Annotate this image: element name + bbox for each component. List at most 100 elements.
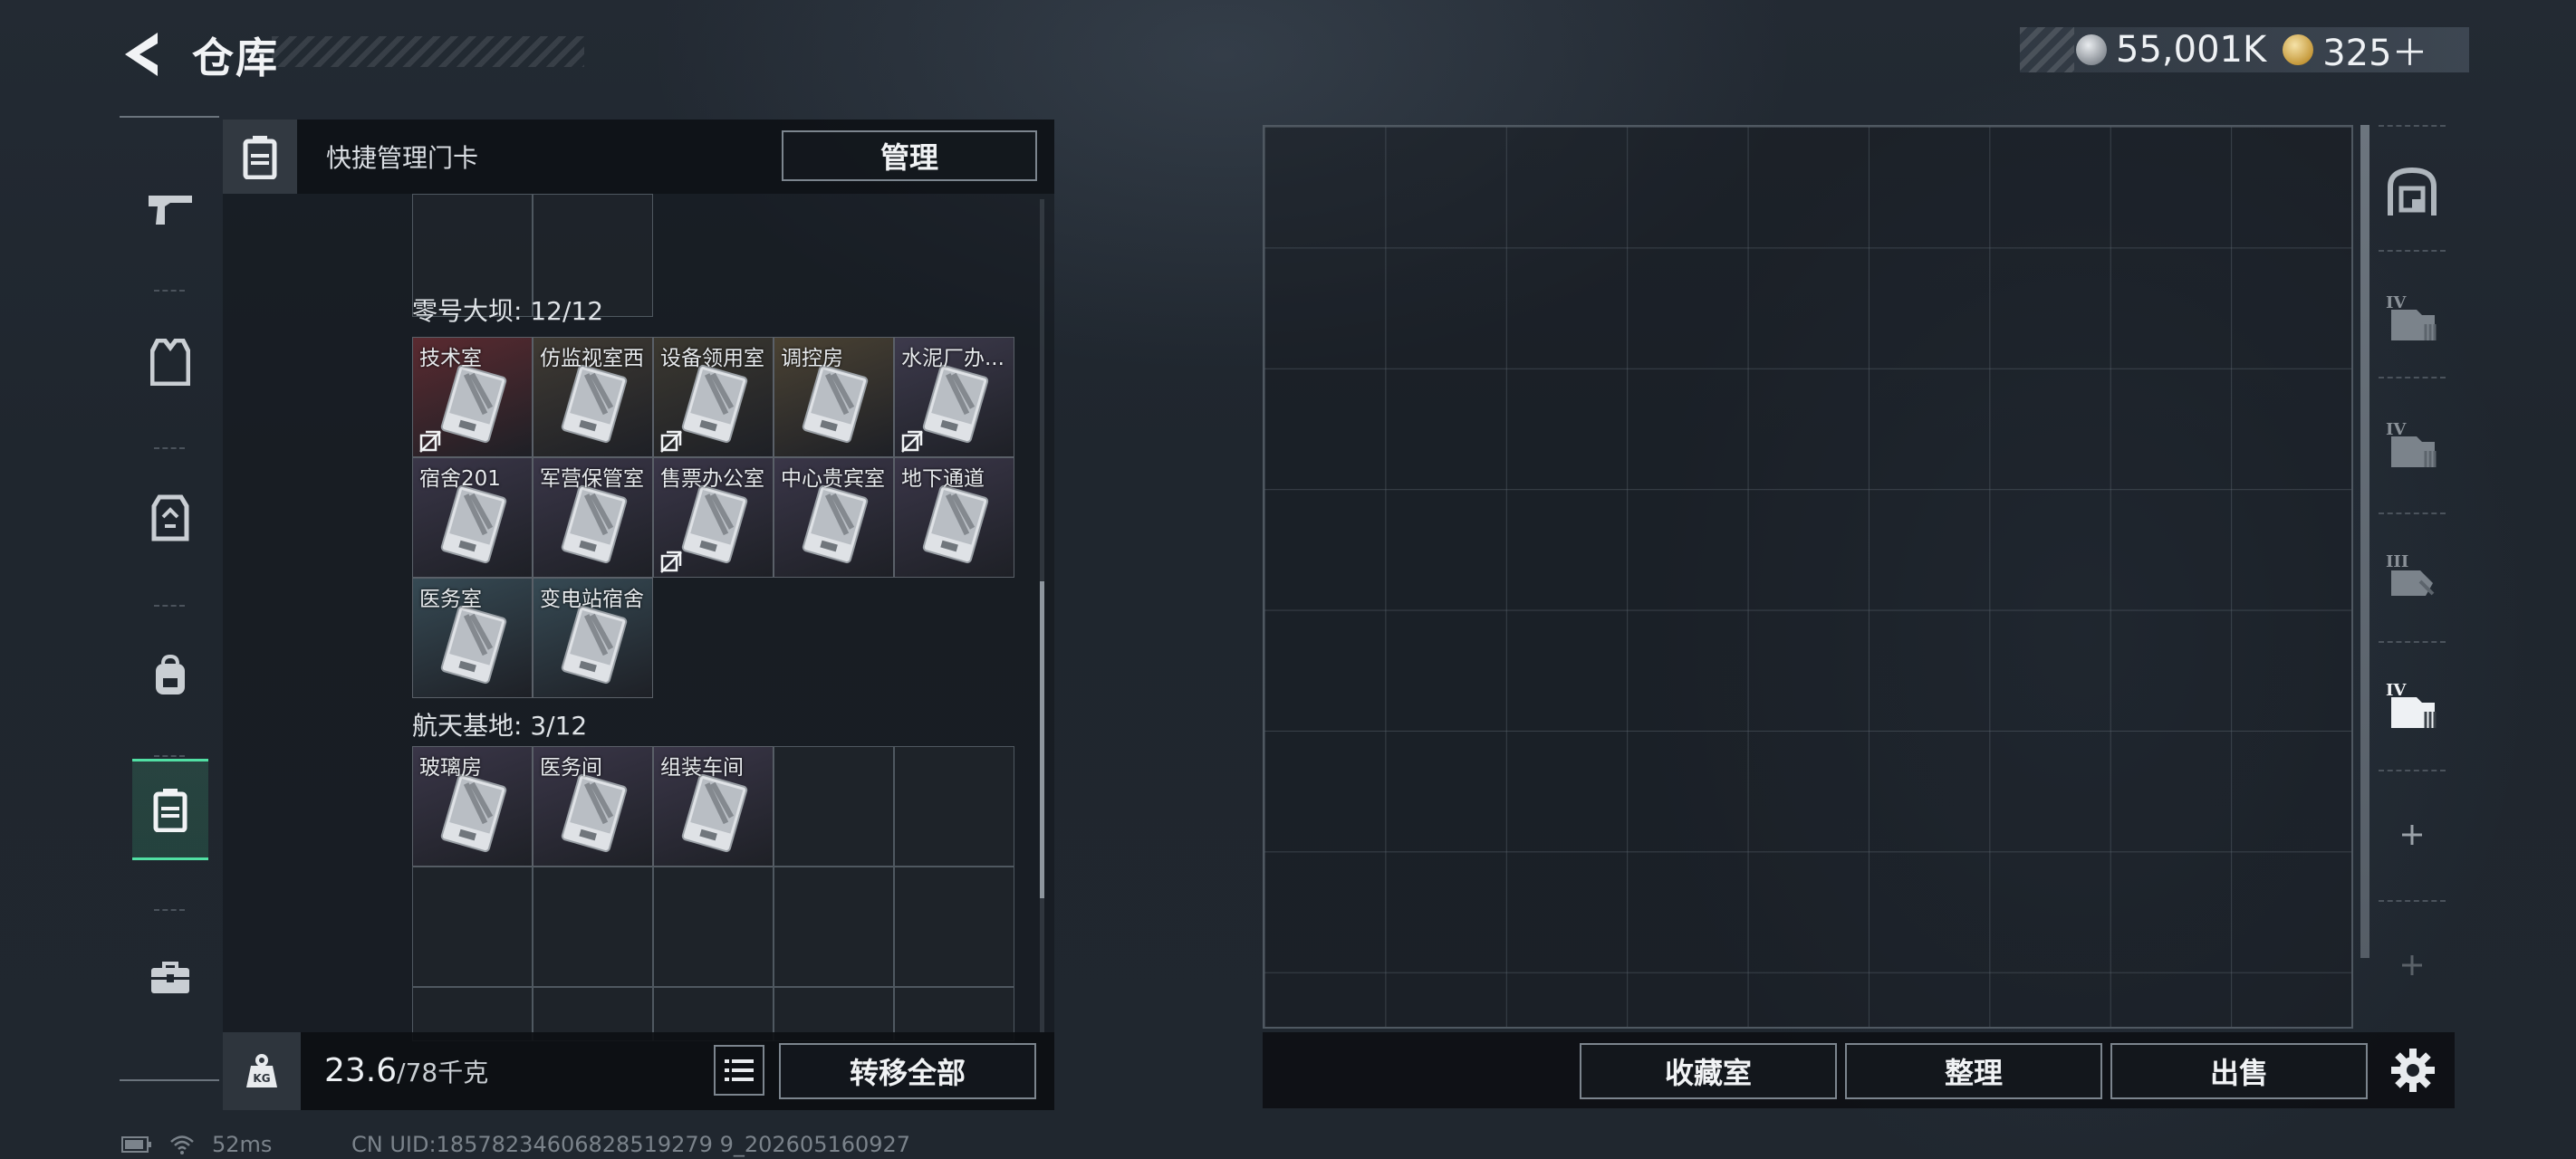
status-footer: 52ms xyxy=(121,1132,272,1157)
list-view-button[interactable] xyxy=(714,1045,764,1096)
safe-box-icon xyxy=(2388,167,2437,216)
weight-bar: KG 23.6/78千克 转移全部 xyxy=(223,1032,1054,1110)
svg-text:IV: IV xyxy=(2386,681,2407,700)
keycard-name: 医务室 xyxy=(419,588,482,611)
tab-backpack[interactable] xyxy=(132,625,208,726)
inventory-scroll-thumb[interactable] xyxy=(1040,581,1044,898)
keycard-item[interactable]: 仿监视室西 xyxy=(533,337,653,457)
keycard-name: 水泥厂办... xyxy=(901,347,1004,370)
keycard-item[interactable]: 变电站宿舍 xyxy=(533,578,653,698)
keycard-icon xyxy=(561,605,628,685)
keycard-item[interactable]: 设备领用室 xyxy=(653,337,774,457)
keycard-header-label: 快捷管理门卡 xyxy=(326,143,479,173)
keycard-icon xyxy=(922,484,989,564)
keycard-item[interactable]: 军营保管室 xyxy=(533,457,653,578)
storage-action-bar: 收藏室 整理 出售 xyxy=(1263,1032,2455,1108)
svg-text:KG: KG xyxy=(253,1072,270,1085)
back-arrow-icon xyxy=(125,33,158,76)
empty-slot[interactable] xyxy=(894,867,1014,987)
sell-button[interactable]: 出售 xyxy=(2110,1043,2368,1099)
sort-button[interactable]: 整理 xyxy=(1845,1043,2102,1099)
manage-button[interactable]: 管理 xyxy=(782,130,1037,181)
container-iv-icon: IV xyxy=(2386,681,2437,728)
empty-slot[interactable] xyxy=(774,867,894,987)
keycard-item[interactable]: 中心贵宾室 xyxy=(774,457,894,578)
keycard-icon xyxy=(440,484,507,564)
weight-current: 23.6 xyxy=(324,1052,398,1089)
add-icon xyxy=(2402,825,2422,845)
tab-toolbox[interactable] xyxy=(132,927,208,1029)
settings-button[interactable] xyxy=(2389,1047,2437,1094)
keycard-item[interactable]: 组装车间 xyxy=(653,746,774,867)
currency-silver[interactable]: 55,001K xyxy=(2076,29,2266,71)
keycard-item[interactable]: 玻璃房 xyxy=(412,746,533,867)
container-tab-2[interactable]: IV xyxy=(2377,389,2447,498)
container-tab-3[interactable]: III xyxy=(2377,522,2447,630)
add-container-button-2[interactable] xyxy=(2377,911,2447,1020)
keycard-item[interactable]: 售票办公室 xyxy=(653,457,774,578)
weight-readout: 23.6/78千克 xyxy=(324,1052,488,1089)
empty-slot[interactable] xyxy=(774,746,894,867)
container-tab-1[interactable]: IV xyxy=(2377,263,2447,371)
keycard-name: 医务间 xyxy=(540,756,602,780)
empty-slot[interactable] xyxy=(653,867,774,987)
empty-slot[interactable] xyxy=(412,867,533,987)
keycard-item[interactable]: 医务间 xyxy=(533,746,653,867)
keycard-icon xyxy=(681,484,748,564)
keycard-name: 变电站宿舍 xyxy=(540,588,644,611)
tab-keycards[interactable] xyxy=(132,759,208,860)
tab-chest-rig[interactable] xyxy=(132,467,208,569)
keycard-icon xyxy=(922,364,989,444)
currency-bar: 55,001K 325＋ xyxy=(2020,27,2469,74)
keycard-icon xyxy=(440,773,507,853)
keycard-icon xyxy=(561,364,628,444)
container-tab-4-selected[interactable]: IV xyxy=(2377,650,2447,759)
collection-room-button[interactable]: 收藏室 xyxy=(1580,1043,1837,1099)
svg-text:IV: IV xyxy=(2386,293,2407,312)
rig-icon xyxy=(151,494,189,541)
keycard-name: 调控房 xyxy=(781,347,843,370)
keycard-item[interactable]: 宿舍201 xyxy=(412,457,533,578)
ping-readout: 52ms xyxy=(212,1132,273,1157)
keycard-icon xyxy=(561,773,628,853)
toolbox-icon xyxy=(151,962,189,993)
keycard-inventory-panel: 快捷管理门卡 管理 零号大坝: 12/12 技术室 仿监视室西 设备领用室 调控… xyxy=(223,120,1054,1110)
category-tabs xyxy=(120,116,219,1081)
not-tradable-icon xyxy=(901,430,923,453)
tab-armor[interactable] xyxy=(132,311,208,413)
keycard-item[interactable]: 地下通道 xyxy=(894,457,1014,578)
not-tradable-icon xyxy=(660,551,682,573)
svg-text:IV: IV xyxy=(2386,420,2407,439)
keycard-item[interactable]: 技术室 xyxy=(412,337,533,457)
keycard-icon xyxy=(802,484,869,564)
keycard-name: 技术室 xyxy=(419,347,482,370)
section-label-zero-dam: 零号大坝: 12/12 xyxy=(412,296,604,326)
keycard-item[interactable]: 医务室 xyxy=(412,578,533,698)
back-button[interactable] xyxy=(118,27,168,81)
keycard-item[interactable]: 水泥厂办... xyxy=(894,337,1014,457)
gear-icon xyxy=(2391,1049,2435,1092)
container-tabs-scrollbar[interactable] xyxy=(2360,125,2369,958)
weight-icon: KG xyxy=(223,1032,301,1110)
keycard-name: 军营保管室 xyxy=(540,467,644,491)
keycard-item[interactable]: 调控房 xyxy=(774,337,894,457)
transfer-all-button[interactable]: 转移全部 xyxy=(779,1043,1036,1099)
empty-slot[interactable] xyxy=(533,867,653,987)
keycard-name: 组装车间 xyxy=(660,756,744,780)
empty-slot[interactable] xyxy=(894,746,1014,867)
keycard-icon xyxy=(561,484,628,564)
container-tab-safe[interactable] xyxy=(2377,138,2447,246)
add-icon xyxy=(2402,955,2422,975)
gun-icon xyxy=(149,196,192,225)
uid-text: CN UID:18578234606828519279 9_2026051609… xyxy=(351,1132,911,1157)
keycard-icon xyxy=(440,605,507,685)
currency-gold[interactable]: 325＋ xyxy=(2283,24,2428,76)
keycard-name: 宿舍201 xyxy=(419,467,501,491)
silver-coin-icon xyxy=(2076,34,2107,65)
container-iv-icon: IV xyxy=(2386,293,2437,340)
storage-grid[interactable] xyxy=(1264,127,2351,1027)
add-container-button[interactable] xyxy=(2377,781,2447,889)
keycard-icon xyxy=(681,364,748,444)
container-iv-icon: IV xyxy=(2386,420,2437,467)
tab-weapons[interactable] xyxy=(132,158,208,259)
